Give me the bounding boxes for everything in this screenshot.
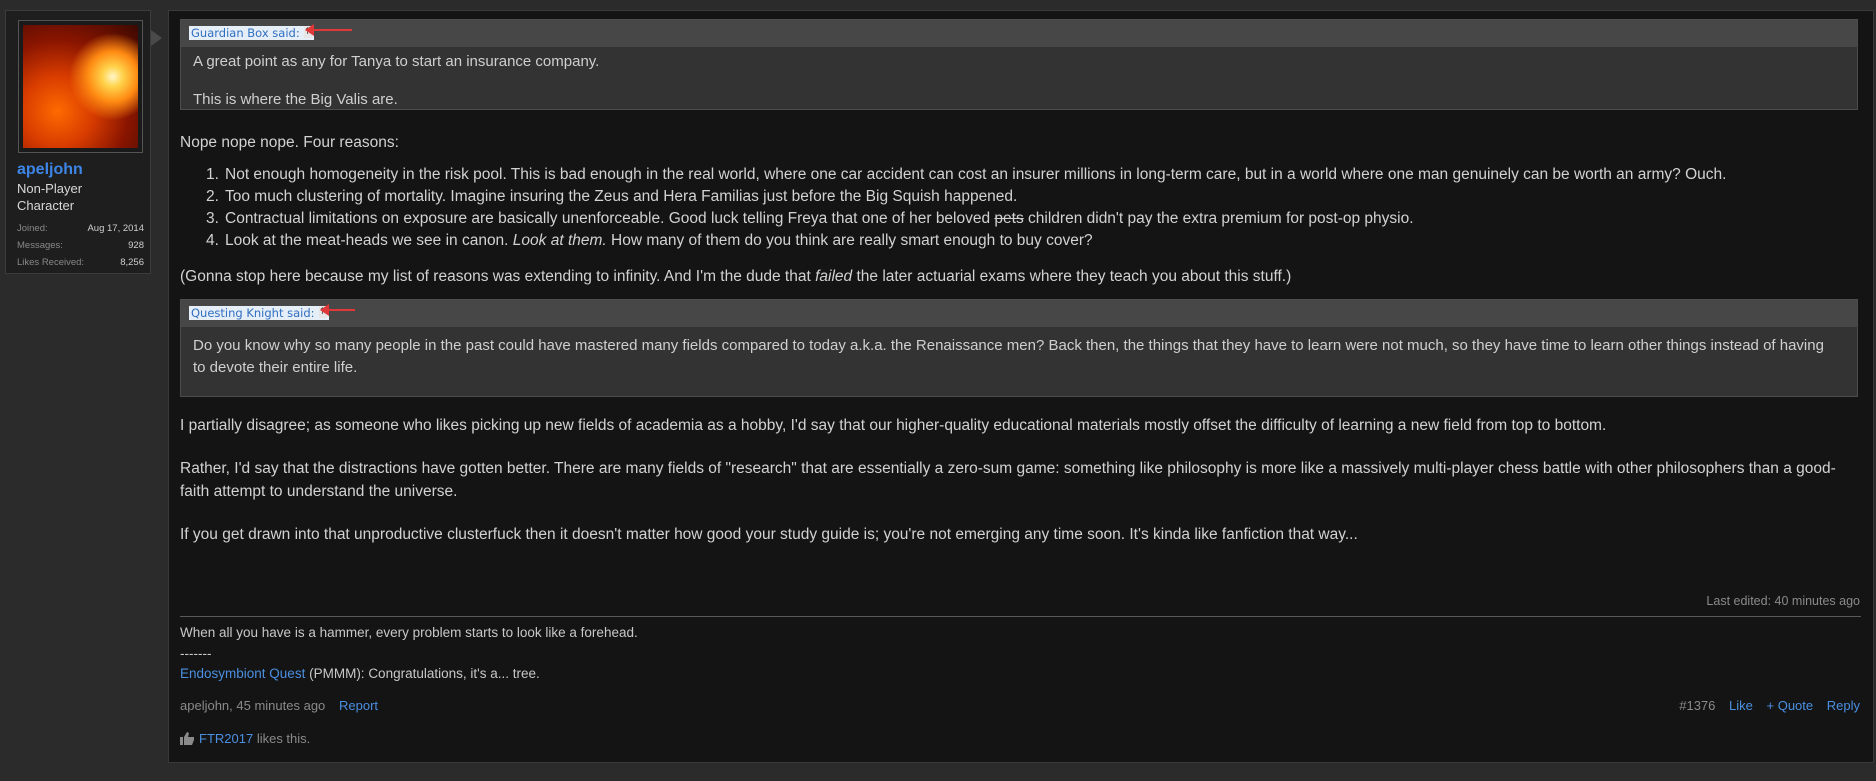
likes-suffix: likes this.: [253, 731, 311, 746]
list-text: Look at the meat-heads we see in canon.: [225, 232, 513, 249]
list-number: 4.: [206, 232, 219, 249]
liker-link[interactable]: FTR2017: [199, 731, 253, 746]
post-paragraph: Rather, I'd say that the distractions ha…: [180, 460, 1836, 500]
signature-link[interactable]: Endosymbiont Quest: [180, 666, 305, 681]
list-text: Contractual limitations on exposure are …: [225, 210, 995, 227]
report-link[interactable]: Report: [339, 698, 378, 713]
stat-label: Likes Received:: [17, 257, 85, 268]
post-author-time[interactable]: apeljohn, 45 minutes ago: [180, 698, 325, 713]
list-number: 3.: [206, 210, 219, 227]
user-title: Non-Player Character: [17, 181, 83, 213]
quote-text: A great point as any for Tanya to start …: [193, 53, 600, 70]
list-item: 1. Not enough homogeneity in the risk poo…: [206, 166, 1726, 184]
post-actions: #1376 Like + Quote Reply: [1669, 698, 1860, 713]
reply-link[interactable]: Reply: [1827, 698, 1860, 713]
post-body: Guardian Box said:↑ A great point as any…: [168, 10, 1874, 763]
list-text: children didn't pay the extra premium fo…: [1023, 210, 1414, 227]
list-number: 1.: [206, 166, 219, 183]
post-paragraph: Nope nope nope. Four reasons:: [180, 134, 399, 151]
list-item: 2. Too much clustering of mortality. Imag…: [206, 188, 1017, 206]
list-text: Not enough homogeneity in the risk pool.…: [225, 166, 1727, 183]
last-edited: Last edited: 40 minutes ago: [1706, 594, 1860, 608]
likes-summary: FTR2017 likes this.: [180, 731, 310, 746]
aside-text: (Gonna stop here because my list of reas…: [180, 268, 816, 285]
italic-text: Look at them.: [512, 232, 607, 249]
italic-text: failed: [815, 268, 853, 285]
quote-text: Do you know why so many people in the pa…: [193, 337, 1824, 376]
red-annotation-arrow-icon: [320, 304, 355, 316]
stat-value: Aug 17, 2014: [87, 223, 144, 234]
post-pointer-arrow: [151, 30, 162, 46]
quote-block: Guardian Box said:↑ A great point as any…: [180, 19, 1858, 110]
quote-header: Questing Knight said:↑: [181, 300, 1857, 327]
post-paragraph: I partially disagree; as someone who lik…: [180, 417, 1607, 434]
avatar[interactable]: [23, 25, 138, 148]
quote-link[interactable]: + Quote: [1767, 698, 1814, 713]
quote-attribution-link[interactable]: Questing Knight said:↑: [189, 306, 329, 320]
list-text: How many of them do you think are really…: [606, 232, 1093, 249]
user-panel: apeljohn Non-Player Character Joined: Au…: [5, 10, 151, 274]
strikethrough-text: pets: [994, 210, 1024, 227]
post-paragraph: If you get drawn into that unproductive …: [180, 526, 1358, 543]
stat-value: 8,256: [120, 257, 144, 268]
quote-block: Questing Knight said:↑ Do you know why s…: [180, 299, 1858, 397]
post-paragraph: (Gonna stop here because my list of reas…: [180, 268, 1291, 286]
quote-text: This is where the Big Valis are.: [193, 91, 398, 108]
list-item: 4. Look at the meat-heads we see in canon…: [206, 232, 1093, 250]
stat-value[interactable]: 928: [128, 240, 144, 251]
avatar-frame[interactable]: [18, 20, 143, 153]
signature-divider: [180, 616, 1861, 617]
thumbs-up-icon: [180, 732, 194, 745]
signature-line: When all you have is a hammer, every pro…: [180, 625, 638, 640]
aside-text: the later actuarial exams where they tea…: [852, 268, 1292, 285]
quote-attribution-link[interactable]: Guardian Box said:↑: [189, 26, 314, 40]
red-annotation-arrow-icon: [305, 24, 352, 36]
list-text: Too much clustering of mortality. Imagin…: [225, 188, 1018, 205]
username[interactable]: apeljohn: [17, 161, 83, 179]
quote-attribution[interactable]: Questing Knight said:: [191, 306, 315, 320]
post-number-link[interactable]: #1376: [1679, 698, 1715, 713]
stat-label: Joined:: [17, 223, 48, 234]
stat-joined: Joined: Aug 17, 2014: [17, 223, 144, 234]
signature-separator: -------: [180, 646, 212, 661]
quote-attribution[interactable]: Guardian Box said:: [191, 26, 300, 40]
stat-label: Messages:: [17, 240, 63, 251]
list-item: 3. Contractual limitations on exposure ar…: [206, 210, 1414, 228]
quote-header: Guardian Box said:↑: [181, 20, 1857, 47]
like-link[interactable]: Like: [1729, 698, 1753, 713]
stat-likes-received: Likes Received: 8,256: [17, 257, 144, 268]
list-number: 2.: [206, 188, 219, 205]
signature-text: (PMMM): Congratulations, it's a... tree.: [305, 666, 540, 681]
stat-messages: Messages: 928: [17, 240, 144, 251]
signature-line: Endosymbiont Quest (PMMM): Congratulatio…: [180, 666, 540, 681]
